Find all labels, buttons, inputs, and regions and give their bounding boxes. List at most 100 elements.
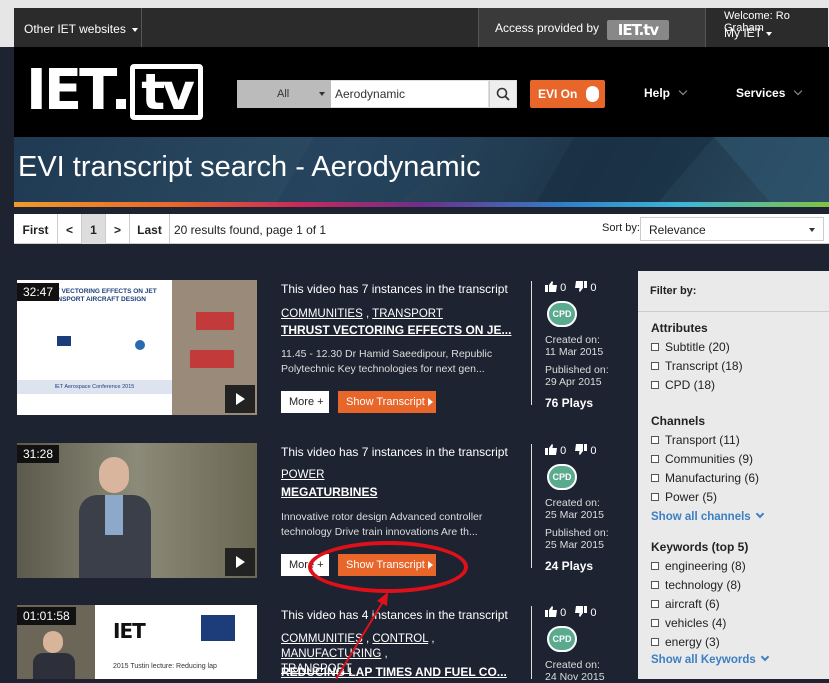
channels-heading: Channels xyxy=(651,414,706,428)
tag-link[interactable]: POWER xyxy=(281,469,324,481)
divider xyxy=(531,281,532,405)
filter-option[interactable]: engineering (8) xyxy=(651,559,746,573)
thumb-speaker-shirt xyxy=(105,495,123,535)
checkbox[interactable] xyxy=(651,474,659,482)
published-date: 29 Apr 2015 xyxy=(545,376,602,388)
prev-page-button[interactable]: < xyxy=(58,214,82,244)
attributes-heading: Attributes xyxy=(651,321,708,335)
show-all-keywords-label: Show all Keywords xyxy=(651,654,756,666)
checkbox[interactable] xyxy=(651,381,659,389)
search-category-select[interactable]: All xyxy=(237,80,331,108)
show-transcript-button[interactable]: Show Transcript xyxy=(338,391,436,413)
tag-link[interactable]: COMMUNITIES xyxy=(281,633,363,645)
arrow-right-icon xyxy=(427,398,433,406)
video-title-link[interactable]: MEGATURBINES xyxy=(281,485,377,499)
evi-toggle[interactable]: EVI On xyxy=(530,80,605,108)
filter-panel: Filter by: Attributes Subtitle (20) Tran… xyxy=(638,271,829,679)
filter-option[interactable]: technology (8) xyxy=(651,578,741,592)
sort-label: Sort by: xyxy=(602,222,640,234)
play-icon[interactable] xyxy=(225,385,255,413)
video-title-link[interactable]: THRUST VECTORING EFFECTS ON JE... xyxy=(281,323,511,337)
tag-link[interactable]: TRANSPORT xyxy=(372,308,443,320)
last-page-button[interactable]: Last xyxy=(130,214,170,244)
video-dates: Created on: 24 Nov 2015 xyxy=(545,659,605,683)
video-description: Innovative rotor design Advanced control… xyxy=(281,511,483,538)
created-label: Created on: xyxy=(545,659,600,671)
filter-option[interactable]: aircraft (6) xyxy=(651,597,720,611)
my-iet-menu[interactable]: My IET xyxy=(724,26,772,40)
filter-option[interactable]: Transcript (18) xyxy=(651,359,743,373)
cpd-badge: CPD xyxy=(547,626,577,652)
search-icon xyxy=(496,87,510,101)
play-icon[interactable] xyxy=(225,548,255,576)
checkbox[interactable] xyxy=(651,619,659,627)
filter-option[interactable]: CPD (18) xyxy=(651,378,715,392)
video-title-link[interactable]: REDUCING LAP TIMES AND FUEL CO... xyxy=(281,665,507,679)
other-iet-websites-menu[interactable]: Other IET websites xyxy=(14,8,142,47)
likes-count: 0 xyxy=(560,445,567,457)
my-iet-label: My IET xyxy=(724,26,762,40)
checkbox[interactable] xyxy=(651,343,659,351)
tag-link[interactable]: COMMUNITIES xyxy=(281,308,363,320)
checkbox[interactable] xyxy=(651,362,659,370)
iet-tv-logo[interactable]: IET tv xyxy=(26,63,203,120)
filter-option-label: vehicles (4) xyxy=(665,616,727,630)
header: IETtv All EVI On Help Services xyxy=(14,47,829,137)
tag-link[interactable]: MANUFACTURING xyxy=(281,648,381,660)
color-stripe xyxy=(14,202,829,207)
current-page[interactable]: 1 xyxy=(82,214,106,244)
filter-option[interactable]: Transport (11) xyxy=(651,433,740,447)
search-input[interactable] xyxy=(331,81,488,107)
likes-count: 0 xyxy=(560,607,567,619)
thumbs-up-icon[interactable] xyxy=(545,606,557,617)
created-label: Created on: xyxy=(545,334,600,346)
checkbox[interactable] xyxy=(651,581,659,589)
thumbs-down-icon[interactable] xyxy=(575,606,588,617)
filter-option[interactable]: vehicles (4) xyxy=(651,616,726,630)
services-menu[interactable]: Services xyxy=(736,86,803,100)
video-tags: POWER xyxy=(281,468,526,483)
checkbox[interactable] xyxy=(651,436,659,444)
filter-option-label: Transcript (18) xyxy=(665,359,743,373)
thumb-banner-red-2 xyxy=(190,350,234,368)
filter-option[interactable]: Manufacturing (6) xyxy=(651,471,759,485)
checkbox[interactable] xyxy=(651,600,659,608)
next-page-button[interactable]: > xyxy=(106,214,130,244)
filter-option[interactable]: Power (5) xyxy=(651,490,717,504)
created-date: 25 Mar 2015 xyxy=(545,509,604,521)
plays-count: 24 Plays xyxy=(545,559,594,573)
dislikes-count: 0 xyxy=(590,607,597,619)
thumbs-down-icon[interactable] xyxy=(575,281,588,292)
results-count: 20 results found, page 1 of 1 xyxy=(174,223,327,237)
services-label: Services xyxy=(736,86,786,100)
created-date: 24 Nov 2015 xyxy=(545,671,605,683)
show-all-channels-link[interactable]: Show all channels xyxy=(651,509,764,523)
filter-title: Filter by: xyxy=(650,285,697,297)
more-button[interactable]: More + xyxy=(281,391,329,413)
search-button[interactable] xyxy=(489,81,516,107)
checkbox[interactable] xyxy=(651,638,659,646)
filter-option-label: Subtitle (20) xyxy=(665,340,730,354)
instances-text: This video has 7 instances in the transc… xyxy=(281,445,508,459)
checkbox[interactable] xyxy=(651,562,659,570)
thumbs-up-icon[interactable] xyxy=(545,281,557,292)
video-thumbnail[interactable] xyxy=(17,443,257,578)
filter-option[interactable]: Communities (9) xyxy=(651,452,753,466)
help-menu[interactable]: Help xyxy=(644,86,688,100)
created-label: Created on: xyxy=(545,497,600,509)
plays-count: 76 Plays xyxy=(545,396,594,410)
first-page-button[interactable]: First xyxy=(14,214,58,244)
filter-option[interactable]: energy (3) xyxy=(651,635,720,649)
checkbox[interactable] xyxy=(651,493,659,501)
access-provided-by: Access provided by IET.tv xyxy=(478,8,706,47)
tag-link[interactable]: CONTROL xyxy=(372,633,428,645)
thumbs-up-icon[interactable] xyxy=(545,444,557,455)
checkbox[interactable] xyxy=(651,455,659,463)
sort-select[interactable]: Relevance xyxy=(640,217,824,241)
thumbs-down-icon[interactable] xyxy=(575,444,588,455)
show-all-keywords-link[interactable]: Show all Keywords xyxy=(651,652,770,666)
cpd-badge: CPD xyxy=(547,301,577,327)
filter-option[interactable]: Subtitle (20) xyxy=(651,340,730,354)
video-duration: 01:01:58 xyxy=(17,607,76,625)
divider xyxy=(531,606,532,679)
